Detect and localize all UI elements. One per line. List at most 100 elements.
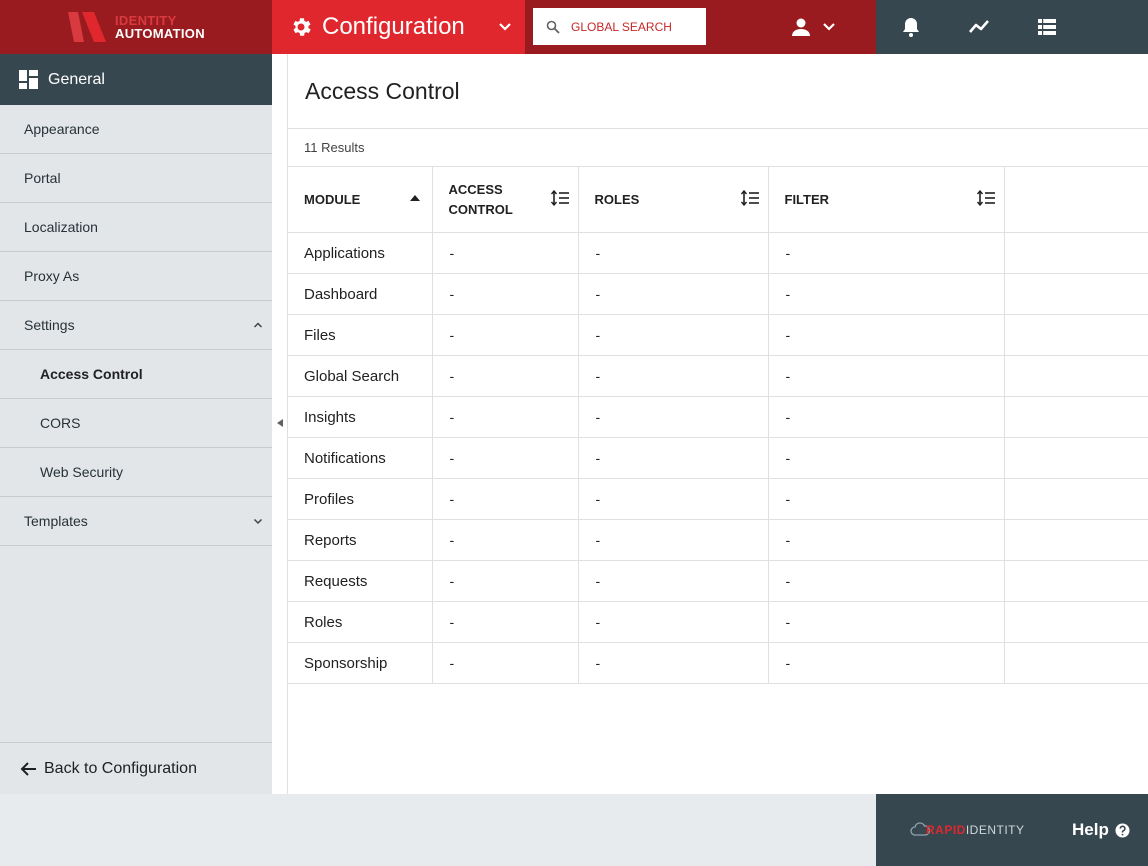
- cell-access-control: -: [432, 560, 579, 602]
- rapididentity-logo: RAPID IDENTITY: [910, 818, 1030, 842]
- table-row[interactable]: Files - - -: [288, 314, 1148, 356]
- column-header-filter[interactable]: FILTER: [768, 166, 1005, 233]
- table-row[interactable]: Notifications - - -: [288, 437, 1148, 479]
- person-icon: [792, 18, 810, 36]
- dashboard-icon: [19, 70, 38, 89]
- table-row[interactable]: Requests - - -: [288, 560, 1148, 602]
- search-icon: [546, 20, 560, 34]
- bell-icon[interactable]: [900, 16, 922, 38]
- sidebar-item-web-security[interactable]: Web Security: [0, 448, 272, 497]
- cell-filter: -: [768, 642, 1005, 684]
- sidebar-section-general[interactable]: General: [0, 54, 272, 105]
- brand-part1: RAPID: [926, 823, 966, 837]
- cell-roles: -: [578, 642, 769, 684]
- cell-access-control: -: [432, 355, 579, 397]
- main-content: Access Control 11 Results MODULE ACCESS: [288, 54, 1148, 794]
- help-icon: [1115, 823, 1130, 837]
- cell-filter: -: [768, 232, 1005, 274]
- table-row[interactable]: Profiles - - -: [288, 478, 1148, 520]
- cell-access-control: -: [432, 273, 579, 315]
- sidebar-item-access-control[interactable]: Access Control: [0, 350, 272, 399]
- identity-automation-logo[interactable]: IDENTITY AUTOMATION: [0, 0, 272, 54]
- global-search-input[interactable]: [571, 19, 701, 34]
- sidebar-item-templates[interactable]: Templates: [0, 497, 272, 546]
- top-bar: IDENTITY AUTOMATION Configuration: [0, 0, 1148, 54]
- chevron-up-icon: [253, 322, 263, 328]
- chevron-down-icon[interactable]: [497, 19, 513, 35]
- column-header-roles[interactable]: ROLES: [578, 166, 769, 233]
- table-row[interactable]: Global Search - - -: [288, 355, 1148, 397]
- cell-spacer: [1004, 643, 1148, 684]
- sidebar-collapse-strip[interactable]: [272, 54, 288, 794]
- chevron-down-icon: [253, 518, 263, 525]
- brand-part2: IDENTITY: [965, 823, 1025, 837]
- cell-access-control: -: [432, 437, 579, 479]
- table-row[interactable]: Roles - - -: [288, 601, 1148, 643]
- sidebar-item-proxy-as[interactable]: Proxy As: [0, 252, 272, 301]
- cell-module: Files: [288, 314, 433, 356]
- sort-ascending-icon[interactable]: [409, 195, 420, 201]
- list-icon[interactable]: [1036, 16, 1058, 38]
- sort-icon[interactable]: [550, 190, 569, 206]
- cell-module: Profiles: [288, 478, 433, 520]
- cell-spacer: [1004, 274, 1148, 315]
- help-button[interactable]: Help: [1072, 820, 1130, 840]
- cell-roles: -: [578, 437, 769, 479]
- configuration-menu[interactable]: Configuration: [272, 0, 525, 54]
- cell-spacer: [1004, 520, 1148, 561]
- cell-spacer: [1004, 233, 1148, 274]
- cell-spacer: [1004, 561, 1148, 602]
- cell-module: Notifications: [288, 437, 433, 479]
- back-to-configuration-link[interactable]: Back to Configuration: [0, 742, 272, 794]
- header-actions: [876, 0, 1148, 54]
- cell-spacer: [1004, 315, 1148, 356]
- cell-spacer: [1004, 602, 1148, 643]
- sort-icon[interactable]: [976, 190, 995, 206]
- sort-icon[interactable]: [740, 190, 759, 206]
- cell-spacer: [1004, 438, 1148, 479]
- cell-filter: -: [768, 560, 1005, 602]
- cell-module: Dashboard: [288, 273, 433, 315]
- cell-roles: -: [578, 314, 769, 356]
- cell-filter: -: [768, 273, 1005, 315]
- cell-access-control: -: [432, 396, 579, 438]
- table-row[interactable]: Applications - - -: [288, 232, 1148, 274]
- cell-module: Applications: [288, 232, 433, 274]
- cell-spacer: [1004, 356, 1148, 397]
- chevron-down-icon: [823, 23, 835, 31]
- cell-roles: -: [578, 396, 769, 438]
- access-control-table: MODULE ACCESS CONTROL ROLES FILTER Appli…: [288, 166, 1148, 684]
- table-row[interactable]: Dashboard - - -: [288, 273, 1148, 315]
- logo-line2: AUTOMATION: [115, 26, 205, 41]
- table-body: Applications - - - Dashboard - - - Files - - - Globa…: [288, 232, 1148, 684]
- user-menu[interactable]: [790, 16, 837, 38]
- trend-icon[interactable]: [968, 16, 990, 38]
- arrow-left-icon: [20, 761, 36, 776]
- column-header-access-control[interactable]: ACCESS CONTROL: [432, 166, 579, 233]
- collapse-arrow-icon[interactable]: [276, 418, 284, 428]
- cell-spacer: [1004, 397, 1148, 438]
- cell-access-control: -: [432, 478, 579, 520]
- sidebar-section-label: General: [48, 70, 105, 88]
- sidebar-item-appearance[interactable]: Appearance: [0, 105, 272, 154]
- cell-filter: -: [768, 437, 1005, 479]
- table-row[interactable]: Reports - - -: [288, 519, 1148, 561]
- table-row[interactable]: Sponsorship - - -: [288, 642, 1148, 684]
- sidebar: General Appearance Portal Localization P…: [0, 54, 272, 794]
- sidebar-item-cors[interactable]: CORS: [0, 399, 272, 448]
- cell-access-control: -: [432, 232, 579, 274]
- sidebar-item-portal[interactable]: Portal: [0, 154, 272, 203]
- gear-icon: [293, 18, 311, 36]
- cell-roles: -: [578, 519, 769, 561]
- cell-module: Roles: [288, 601, 433, 643]
- cell-module: Reports: [288, 519, 433, 561]
- sidebar-item-settings[interactable]: Settings: [0, 301, 272, 350]
- cell-filter: -: [768, 396, 1005, 438]
- cell-filter: -: [768, 355, 1005, 397]
- cell-access-control: -: [432, 314, 579, 356]
- sidebar-item-localization[interactable]: Localization: [0, 203, 272, 252]
- global-search-box[interactable]: [533, 8, 706, 45]
- table-row[interactable]: Insights - - -: [288, 396, 1148, 438]
- column-header-module[interactable]: MODULE: [288, 166, 433, 233]
- logo-mark-icon: [68, 12, 106, 42]
